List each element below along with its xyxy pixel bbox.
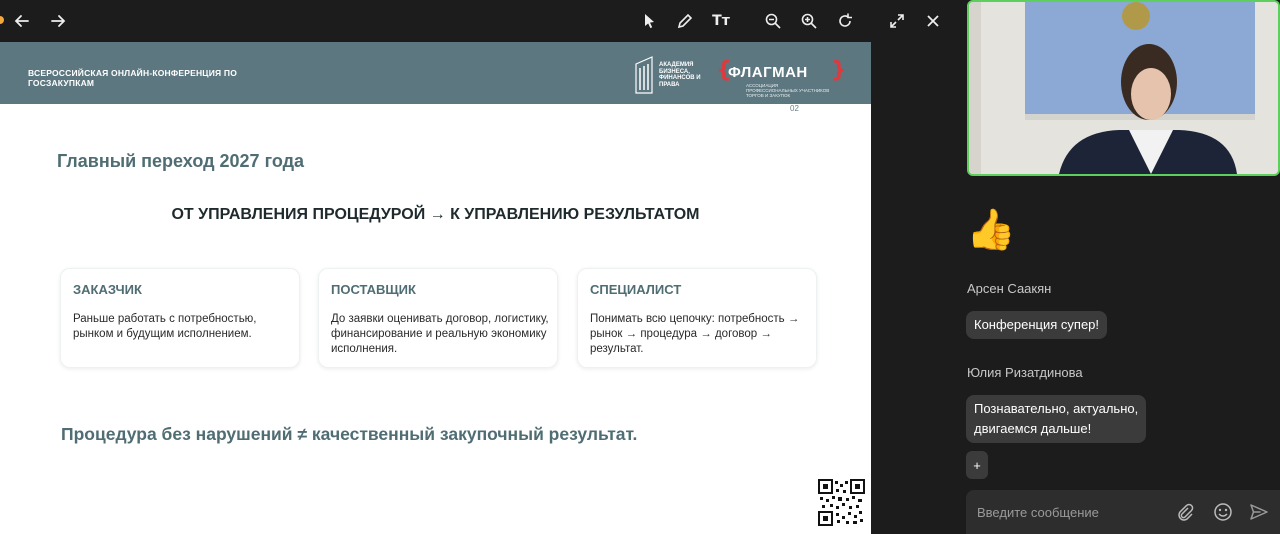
academy-logo-text: АКАДЕМИЯ БИЗНЕСА, ФИНАНСОВ И ПРАВА (659, 62, 701, 88)
expand-button[interactable] (883, 7, 911, 35)
app-window: Tт ВСЕРОССИЙСКАЯ ОНЛАЙН-КОНФЕРЕНЦИЯ ПО Г… (0, 0, 1280, 534)
pen-icon (677, 13, 693, 29)
zoom-in-icon (801, 13, 817, 29)
smile-icon (1214, 503, 1232, 521)
rotate-icon (839, 13, 852, 27)
send-icon (1250, 504, 1268, 520)
arrow-right-icon (51, 15, 66, 27)
bracket-right-icon: } (831, 58, 847, 83)
chat-message[interactable]: Познавательно, актуально, двигаемся даль… (966, 395, 1147, 443)
chat-message-line: двигаемся дальше! (974, 421, 1092, 436)
message-input[interactable] (966, 490, 1166, 534)
emoji-button[interactable] (1212, 501, 1234, 523)
card-body: Раньше работать с потребностью, рынком и… (73, 313, 257, 340)
card-body: До заявки оценивать договор, логистику, … (331, 313, 549, 355)
chat-composer (966, 490, 1280, 534)
chat-message[interactable]: Конференция супер! (966, 311, 1108, 339)
arrow-left-icon (14, 15, 29, 27)
flagman-logo: { ФЛАГМАН } АССОЦИАЦИЯ ПРОФЕССИОНАЛЬНЫХ … (716, 58, 847, 98)
thumbs-up-icon: 👍 (966, 208, 1016, 252)
speaker-video-frame (969, 2, 1278, 174)
card-heading: ПОСТАВЩИК (331, 282, 416, 297)
close-button[interactable] (919, 7, 947, 35)
slide-subtitle: ОТ УПРАВЛЕНИЯ ПРОЦЕДУРОЙ → К УПРАВЛЕНИЮ … (171, 206, 700, 223)
text-tool-button[interactable]: Tт (707, 7, 735, 35)
zoom-in-button[interactable] (795, 7, 823, 35)
conference-title: ВСЕРОССИЙСКАЯ ОНЛАЙН-КОНФЕРЕНЦИЯ ПО ГОСЗ… (28, 68, 238, 88)
viewer-toolbar: Tт (0, 0, 958, 42)
pointer-tool-button[interactable] (635, 7, 663, 35)
presentation-slide: ВСЕРОССИЙСКАЯ ОНЛАЙН-КОНФЕРЕНЦИЯ ПО ГОСЗ… (0, 42, 871, 534)
add-reaction-button[interactable]: + (966, 451, 988, 479)
academy-mark-icon (635, 56, 653, 94)
speaker-video[interactable] (967, 0, 1280, 176)
expand-icon (890, 14, 904, 28)
chat-message-line: Познавательно, актуально, (974, 401, 1139, 416)
card-supplier: ПОСТАВЩИК До заявки оценивать договор, л… (318, 268, 558, 368)
zoom-out-icon (765, 13, 781, 29)
card-customer: ЗАКАЗЧИК Раньше работать с потребностью,… (60, 268, 300, 368)
paperclip-icon (1178, 503, 1194, 521)
message-author: Арсен Саакян (967, 281, 1052, 296)
slide-title: Главный переход 2027 года (57, 151, 305, 171)
forward-button[interactable] (44, 7, 72, 35)
close-icon (927, 15, 939, 27)
slide-footer: Процедура без нарушений ≠ качественный з… (61, 424, 638, 444)
cursor-icon (645, 14, 654, 29)
rotate-button[interactable] (831, 7, 859, 35)
status-dot (0, 16, 4, 24)
card-heading: ЗАКАЗЧИК (73, 282, 142, 297)
attach-button[interactable] (1174, 501, 1196, 523)
flagman-name: ФЛАГМАН (728, 64, 808, 81)
card-specialist: СПЕЦИАЛИСТ Понимать всю цепочку: потребн… (577, 268, 817, 368)
back-button[interactable] (8, 7, 36, 35)
pen-tool-button[interactable] (671, 7, 699, 35)
card-heading: СПЕЦИАЛИСТ (590, 282, 682, 297)
text-tool-label: Tт (712, 13, 730, 29)
flagman-subtitle: АССОЦИАЦИЯ ПРОФЕССИОНАЛЬНЫХ УЧАСТНИКОВ Т… (746, 83, 830, 98)
slide-page-number: 02 (790, 104, 799, 113)
card-body: Понимать всю цепочку: потребность → рыно… (590, 313, 800, 355)
send-button[interactable] (1248, 501, 1270, 523)
message-author: Юлия Ризатдинова (967, 365, 1083, 380)
qr-code-icon (818, 479, 865, 526)
academy-logo: АКАДЕМИЯ БИЗНЕСА, ФИНАНСОВ И ПРАВА (634, 56, 704, 94)
zoom-out-button[interactable] (759, 7, 787, 35)
slide-header: ВСЕРОССИЙСКАЯ ОНЛАЙН-КОНФЕРЕНЦИЯ ПО ГОСЗ… (0, 42, 871, 104)
